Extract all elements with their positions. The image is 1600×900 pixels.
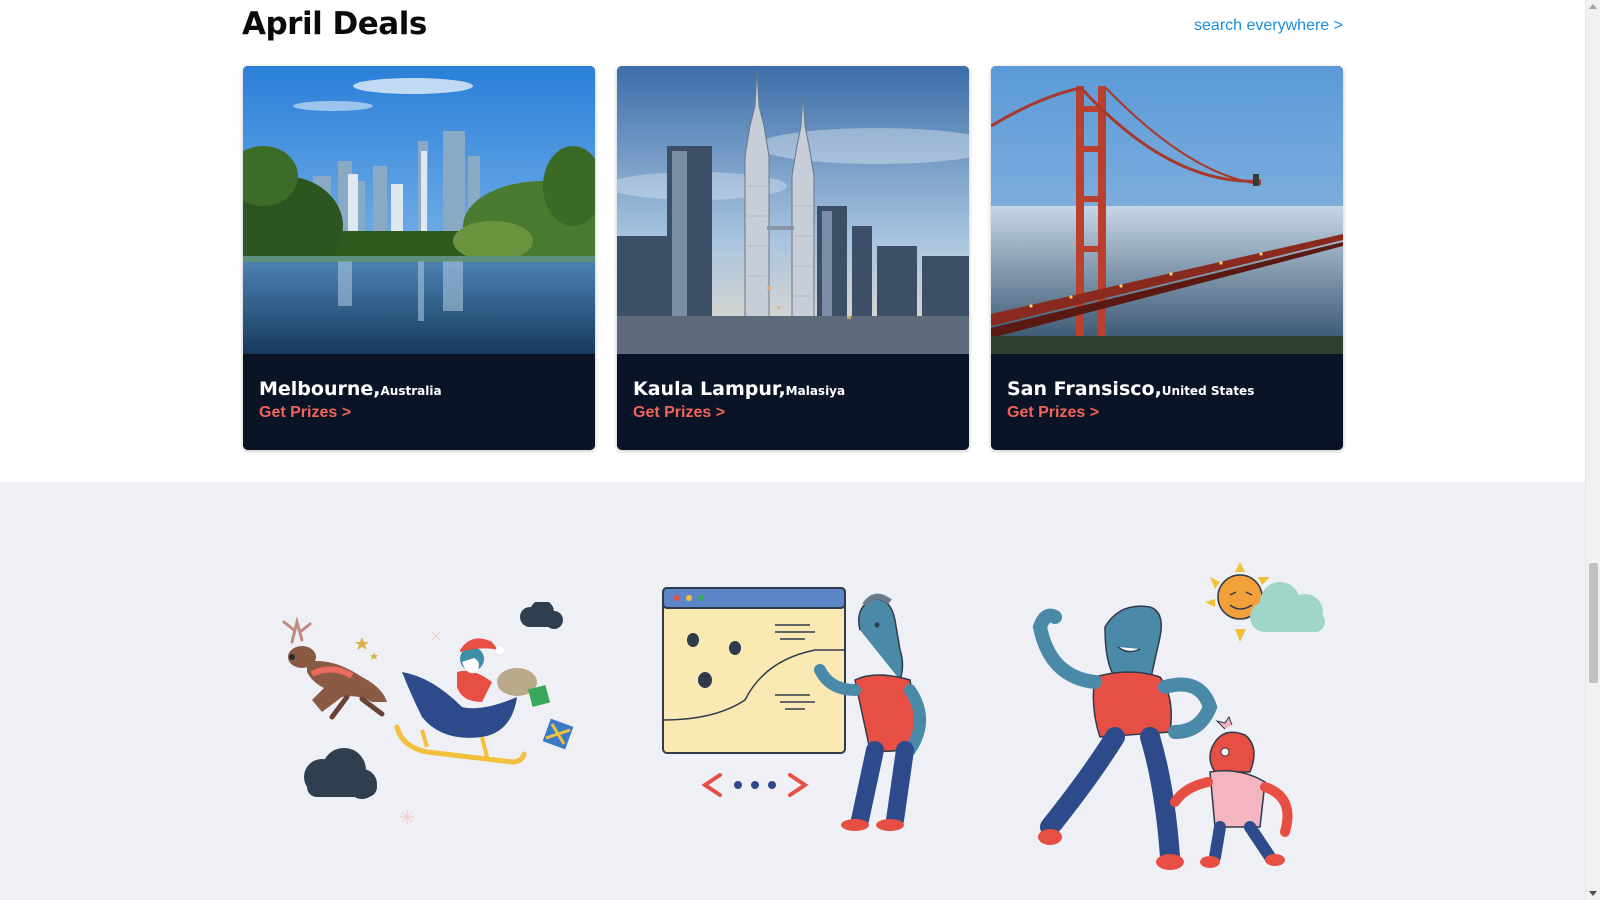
card-body: Melbourne,Australia Get Prizes > — [243, 354, 595, 450]
scroll-thumb[interactable] — [1589, 563, 1598, 683]
kuala-lumpur-image — [617, 66, 969, 354]
san-francisco-image — [991, 66, 1343, 354]
scroll-down-arrow-icon[interactable] — [1589, 891, 1597, 896]
country-name: Malasiya — [785, 384, 846, 398]
search-everywhere-link[interactable]: search everywhere > — [1194, 17, 1343, 35]
deal-card-san-francisco[interactable]: San Fransisco,United States Get Prizes > — [991, 66, 1343, 450]
melbourne-image — [243, 66, 595, 354]
country-name: Australia — [380, 384, 442, 398]
santa-sleigh-reindeer-illustration — [262, 602, 592, 832]
browser-bugs-character-illustration — [655, 580, 955, 870]
vertical-scrollbar[interactable] — [1585, 0, 1600, 900]
city-line: Melbourne,Australia — [259, 378, 579, 400]
card-body: San Fransisco,United States Get Prizes > — [991, 354, 1343, 450]
get-prizes-link[interactable]: Get Prizes > — [633, 404, 725, 422]
section-title: April Deals — [242, 6, 427, 42]
city-line: San Fransisco,United States — [1007, 378, 1327, 400]
country-name: United States — [1161, 384, 1255, 398]
dancing-characters-sun-illustration — [1010, 557, 1340, 887]
scroll-up-arrow-icon[interactable] — [1589, 4, 1597, 9]
deal-cards: Melbourne,Australia Get Prizes > Kaula L… — [243, 66, 1343, 450]
illustrations-section — [0, 482, 1585, 900]
card-body: Kaula Lampur,Malasiya Get Prizes > — [617, 354, 969, 450]
get-prizes-link[interactable]: Get Prizes > — [259, 404, 351, 422]
get-prizes-link[interactable]: Get Prizes > — [1007, 404, 1099, 422]
april-deals-section: April Deals search everywhere > Melbourn… — [0, 0, 1585, 482]
deal-card-kuala-lumpur[interactable]: Kaula Lampur,Malasiya Get Prizes > — [617, 66, 969, 450]
city-line: Kaula Lampur,Malasiya — [633, 378, 953, 400]
city-name: San Fransisco, — [1007, 378, 1162, 400]
city-name: Kaula Lampur, — [633, 378, 786, 400]
city-name: Melbourne, — [259, 378, 381, 400]
deal-card-melbourne[interactable]: Melbourne,Australia Get Prizes > — [243, 66, 595, 450]
